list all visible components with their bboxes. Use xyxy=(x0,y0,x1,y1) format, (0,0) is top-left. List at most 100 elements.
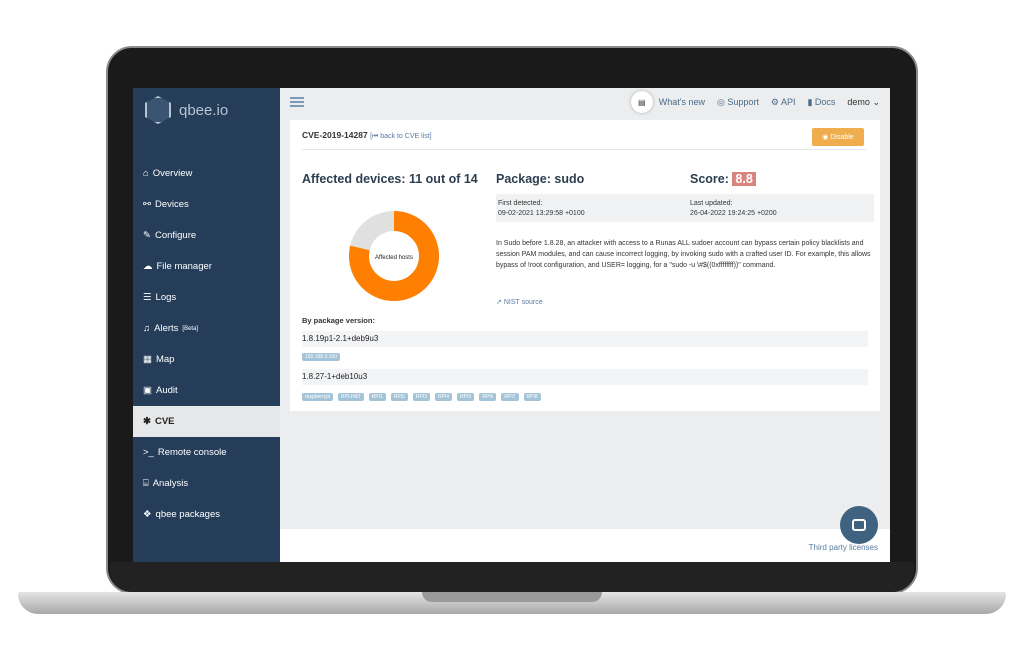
sidebar-item-alerts[interactable]: ♫ Alerts [Beta] xyxy=(133,313,280,344)
list-icon: ☰ xyxy=(143,292,152,303)
host-tags: raspberrypi RPI-HAT RPI1 RPI2 RPI3 RPI4 RPI5 RP… xyxy=(302,393,541,401)
host-tag[interactable]: RPI2 xyxy=(390,393,408,401)
support-link[interactable]: ◎ Support xyxy=(717,97,759,108)
external-link-icon: ↗ xyxy=(496,299,504,306)
whats-new-link[interactable]: ▤ What's new xyxy=(630,91,705,113)
host-tag[interactable]: RPI3 xyxy=(412,393,431,401)
host-tag[interactable]: RPI4 xyxy=(435,393,453,401)
chat-icon xyxy=(852,519,866,531)
sidebar-item-file-manager[interactable]: ☁ File manager xyxy=(133,251,280,282)
dates-panel: First detected: 09-02-2021 13:29:58 +0100… xyxy=(496,194,874,222)
cve-id: CVE-2019-14287 xyxy=(302,130,368,140)
sidebar-item-label: qbee packages xyxy=(155,509,220,520)
home-icon: ⌂ xyxy=(143,168,149,179)
bell-icon: ♫ xyxy=(143,323,151,334)
docs-link[interactable]: ▮ Docs xyxy=(807,97,835,108)
host-tag[interactable]: RPI6 xyxy=(479,393,497,401)
sidebar-item-label: Alerts xyxy=(154,323,179,334)
bank-icon: ⌸ xyxy=(143,478,149,489)
screen: qbee.io ⌂ Overview ⚯ Devices ✎ Configure ☁ File… xyxy=(133,88,890,562)
sidebar: qbee.io ⌂ Overview ⚯ Devices ✎ Configure ☁ File… xyxy=(133,88,280,562)
sidebar-item-label: Audit xyxy=(155,385,178,396)
support-label: Support xyxy=(727,96,759,107)
book-icon: ▮ xyxy=(807,96,815,107)
disable-label: Disable xyxy=(830,133,854,141)
sidebar-item-label: CVE xyxy=(154,416,175,427)
eye-slash-icon: ◉ xyxy=(822,134,831,141)
host-tag[interactable]: RPI5 xyxy=(457,393,475,401)
cve-card: CVE-2019-14287 [⏮ back to CVE list] ◉ Di… xyxy=(290,120,880,411)
package-heading: Package: sudo xyxy=(496,172,585,186)
topbar: ▤ What's new ◎ Support ⚙ API ▮ Docs demo … xyxy=(280,88,890,116)
laptop-chin xyxy=(110,562,914,592)
score-label: Score: xyxy=(690,172,729,186)
sidebar-item-label: Remote console xyxy=(157,447,227,458)
api-label: API xyxy=(780,96,796,107)
sidebar-item-map[interactable]: ▦ Map xyxy=(133,344,280,375)
nist-source-link[interactable]: ↗ NIST source xyxy=(496,298,543,306)
sidebar-item-configure[interactable]: ✎ Configure xyxy=(133,220,280,251)
host-tag[interactable]: RPI8 xyxy=(523,393,541,401)
disable-button[interactable]: ◉ Disable xyxy=(812,128,864,146)
sidebar-item-label: Devices xyxy=(154,199,189,210)
newspaper-icon: ▤ xyxy=(630,91,653,113)
by-package-version-heading: By package version: xyxy=(302,316,375,325)
logo[interactable]: qbee.io xyxy=(145,96,228,124)
host-tags: 192.168.3.100 xyxy=(302,353,340,361)
host-tag[interactable]: RPI1 xyxy=(368,393,386,401)
sidebar-item-cve[interactable]: ✱ CVE xyxy=(133,406,280,437)
edit-icon: ✎ xyxy=(143,230,151,241)
whats-new-label: What's new xyxy=(658,97,705,107)
map-icon: ▦ xyxy=(143,354,152,365)
logo-hex-icon xyxy=(145,96,171,124)
sidebar-item-audit[interactable]: ▣ Audit xyxy=(133,375,280,406)
first-detected-value: 09-02-2021 13:29:58 +0100 xyxy=(498,210,585,217)
chevron-down-icon: ⌄ xyxy=(872,96,880,107)
host-tag[interactable]: RPI-HAT xyxy=(338,393,364,401)
package-version-row: 1.8.19p1-2.1+deb9u3 xyxy=(302,331,868,347)
score-badge: 8.8 xyxy=(732,172,756,186)
sidebar-item-label: Analysis xyxy=(152,478,189,489)
sidebar-item-label: Logs xyxy=(155,292,177,303)
last-updated-value: 26-04-2022 19:24:25 +0200 xyxy=(690,210,777,217)
affected-donut-chart: Affected hosts xyxy=(349,211,439,301)
host-tag[interactable]: raspberrypi xyxy=(302,393,334,401)
brand-name: qbee.io xyxy=(179,101,229,119)
cubes-icon: ❖ xyxy=(143,509,152,520)
first-detected-label: First detected: xyxy=(498,200,543,207)
third-party-licenses-link[interactable]: Third party licenses xyxy=(809,543,878,552)
affected-devices-heading: Affected devices: 11 out of 14 xyxy=(302,172,478,186)
cloud-upload-icon: ☁ xyxy=(143,261,153,272)
docs-label: Docs xyxy=(814,96,836,107)
nist-label: NIST source xyxy=(503,299,543,306)
cve-description: In Sudo before 1.8.28, an attacker with … xyxy=(496,240,871,269)
sidebar-item-label: Overview xyxy=(152,168,193,179)
sidebar-item-overview[interactable]: ⌂ Overview xyxy=(133,158,280,189)
lifebuoy-icon: ◎ xyxy=(716,96,728,107)
chat-button[interactable] xyxy=(840,506,878,544)
sidebar-item-qbee-packages[interactable]: ❖ qbee packages xyxy=(133,499,280,530)
cogs-icon: ⚙ xyxy=(770,96,781,107)
package-version-row: 1.8.27-1+deb10u3 xyxy=(302,369,868,385)
back-to-cve-list-link[interactable]: [⏮ back to CVE list] xyxy=(370,133,432,140)
sidebar-item-logs[interactable]: ☰ Logs xyxy=(133,282,280,313)
sidebar-item-label: File manager xyxy=(156,261,212,272)
sidebar-nav: ⌂ Overview ⚯ Devices ✎ Configure ☁ File manager… xyxy=(133,158,280,530)
sidebar-item-label: Map xyxy=(155,354,175,365)
menu-icon[interactable] xyxy=(290,97,304,107)
bug-icon: ✱ xyxy=(143,416,151,427)
sidebar-item-analysis[interactable]: ⌸ Analysis xyxy=(133,468,280,499)
sidebar-item-remote-console[interactable]: >_ Remote console xyxy=(133,437,280,468)
sidebar-item-label: Configure xyxy=(154,230,197,241)
user-menu[interactable]: demo ⌄ xyxy=(847,97,880,108)
sitemap-icon: ⚯ xyxy=(143,199,151,210)
host-tag[interactable]: RPI7 xyxy=(501,393,519,401)
host-tag[interactable]: 192.168.3.100 xyxy=(302,353,340,361)
api-link[interactable]: ⚙ API xyxy=(771,97,796,108)
page-footer-area xyxy=(280,529,890,562)
laptop-notch xyxy=(422,592,602,602)
clipboard-icon: ▣ xyxy=(143,385,152,396)
user-name: demo xyxy=(847,96,870,107)
last-updated-label: Last updated: xyxy=(690,200,733,207)
sidebar-item-devices[interactable]: ⚯ Devices xyxy=(133,189,280,220)
